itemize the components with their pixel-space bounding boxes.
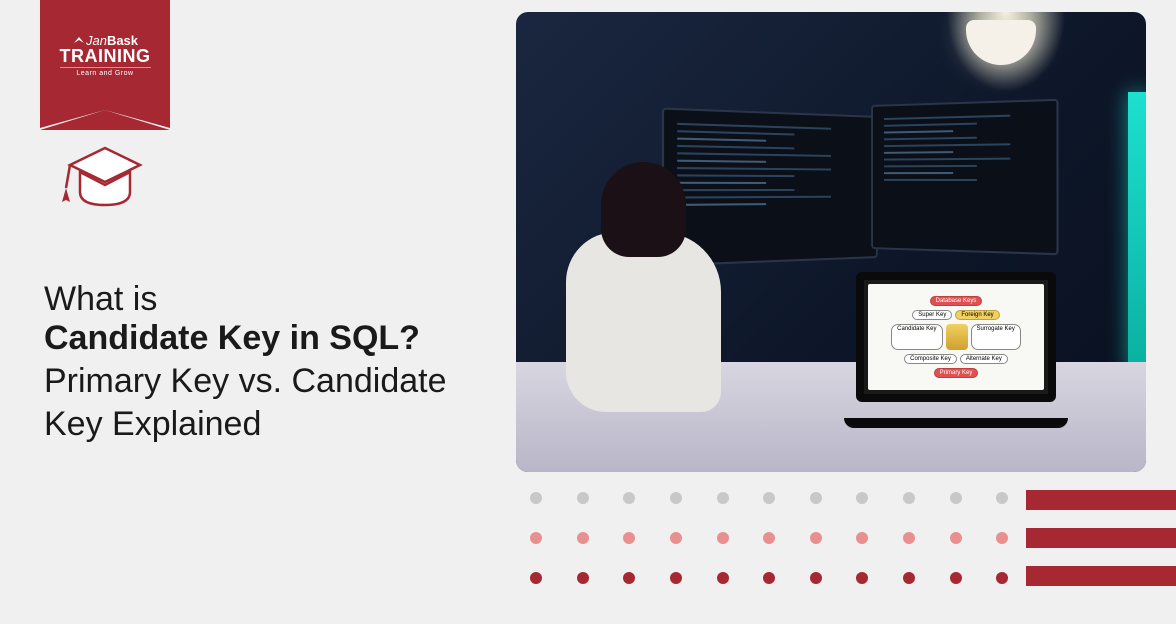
headline-intro: What is xyxy=(44,280,484,319)
article-headline: What is Candidate Key in SQL? Primary Ke… xyxy=(44,280,484,445)
headline-subtitle: Primary Key vs. Candidate Key Explained xyxy=(44,360,484,445)
foreground-laptop: Database Keys Super Key Foreign Key Cand… xyxy=(856,272,1076,422)
accent-light xyxy=(1128,92,1146,372)
graduation-cap-icon xyxy=(50,130,160,220)
code-display xyxy=(884,114,1044,187)
brand-logo: JanBask TRAINING Learn and Grow xyxy=(60,34,151,77)
brand-name: JanBask xyxy=(60,34,151,47)
developer-figure xyxy=(566,162,726,412)
hero-illustration: Database Keys Super Key Foreign Key Cand… xyxy=(516,12,1146,472)
database-keys-diagram: Database Keys Super Key Foreign Key Cand… xyxy=(868,284,1044,390)
decorative-bars xyxy=(1026,490,1176,586)
laptop-screen: Database Keys Super Key Foreign Key Cand… xyxy=(856,272,1056,402)
decorative-dots xyxy=(530,492,1010,584)
headline-topic: Candidate Key in SQL? xyxy=(44,319,484,358)
brand-training: TRAINING xyxy=(60,47,151,65)
diagram-title: Database Keys xyxy=(930,296,983,306)
right-monitor xyxy=(871,99,1058,255)
database-icon xyxy=(946,324,968,350)
primary-key-label: Primary Key xyxy=(934,368,979,378)
brand-tagline: Learn and Grow xyxy=(60,67,151,77)
brand-ribbon: JanBask TRAINING Learn and Grow xyxy=(40,0,170,110)
